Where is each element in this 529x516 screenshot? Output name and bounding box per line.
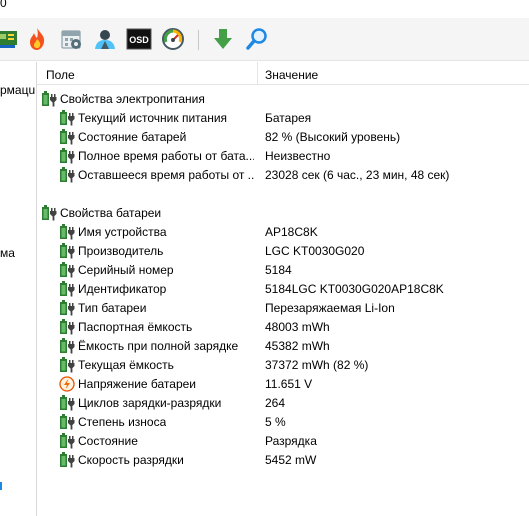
property-row[interactable]: Имя устройства AP18C8K — [37, 223, 529, 242]
property-row[interactable]: Степень износа 5 % — [37, 413, 529, 432]
property-value: 5452 mW — [265, 453, 317, 467]
property-value: 264 — [265, 396, 286, 410]
board-icon[interactable] — [0, 26, 20, 52]
nav-item-1[interactable]: рмацu — [0, 83, 35, 97]
property-row[interactable]: Напряжение батареи 11.651 V — [37, 375, 529, 394]
property-row[interactable]: Циклов зарядки-разрядки 264 — [37, 394, 529, 413]
property-row[interactable]: Идентификатор 5184LGC KT0030G020AP18C8K — [37, 280, 529, 299]
battery-icon — [60, 414, 75, 430]
property-row[interactable]: Паспортная ёмкость 48003 mWh — [37, 318, 529, 337]
group-title: Свойства батареи — [60, 206, 162, 220]
flame-icon[interactable] — [24, 26, 50, 52]
calendar-icon[interactable] — [58, 26, 84, 52]
property-row[interactable]: Полное время работы от бата... Неизвестно — [37, 147, 529, 166]
group-header[interactable]: Свойства электропитания — [37, 90, 529, 109]
property-name: Циклов зарядки-разрядки — [78, 396, 222, 410]
properties-list[interactable]: Поле Значение Свойства электропитания Тек… — [37, 62, 529, 516]
property-name: Состояние батарей — [78, 130, 187, 144]
property-value: 82 % (Высокий уровень) — [265, 130, 401, 144]
property-row[interactable]: Оставшееся время работы от ... 23028 сек … — [37, 166, 529, 185]
battery-icon — [60, 167, 75, 183]
toolbar-separator — [198, 30, 199, 50]
property-name: Паспортная ёмкость — [78, 320, 193, 334]
property-name: Ёмкость при полной зарядке — [78, 339, 239, 353]
magnifier-icon[interactable] — [244, 26, 270, 52]
group-title: Свойства электропитания — [60, 92, 205, 106]
list-header: Поле Значение — [37, 62, 529, 85]
property-value: 5184LGC KT0030G020AP18C8K — [265, 282, 444, 296]
property-value: 11.651 V — [265, 377, 313, 391]
property-row[interactable]: Серийный номер 5184 — [37, 261, 529, 280]
property-name: Состояние — [78, 434, 138, 448]
property-value: Разрядка — [265, 434, 317, 448]
battery-icon — [60, 357, 75, 373]
property-value: Перезаряжаемая Li-Ion — [265, 301, 395, 315]
property-name: Оставшееся время работы от ... — [78, 168, 254, 182]
property-name: Степень износа — [78, 415, 167, 429]
property-value: 48003 mWh — [265, 320, 330, 334]
battery-icon — [60, 319, 75, 335]
property-value: AP18C8K — [265, 225, 318, 239]
property-value: 5 % — [265, 415, 286, 429]
property-name: Напряжение батареи — [78, 377, 197, 391]
battery-icon — [60, 110, 75, 126]
battery-icon — [60, 338, 75, 354]
property-value: 5184 — [265, 263, 292, 277]
property-value: 37372 mWh (82 %) — [265, 358, 369, 372]
nav-scroll-marker — [0, 482, 2, 490]
property-row[interactable]: Производитель LGC KT0030G020 — [37, 242, 529, 261]
battery-icon — [60, 281, 75, 297]
property-name: Идентификатор — [78, 282, 167, 296]
property-name: Текущая ёмкость — [78, 358, 174, 372]
property-value: Неизвестно — [265, 149, 331, 163]
property-name: Скорость разрядки — [78, 453, 184, 467]
battery-icon — [60, 395, 75, 411]
property-name: Текущий источник питания — [78, 111, 228, 125]
toolbar: OSD — [0, 18, 529, 61]
property-name: Тип батареи — [78, 301, 147, 315]
column-header-value[interactable]: Значение — [265, 68, 318, 82]
download-arrow-icon[interactable] — [210, 26, 236, 52]
property-value: 45382 mWh — [265, 339, 330, 353]
property-name: Производитель — [78, 244, 164, 258]
user-icon[interactable] — [92, 26, 118, 52]
gauge-icon[interactable] — [160, 26, 186, 52]
property-row[interactable]: Ёмкость при полной зарядке 45382 mWh — [37, 337, 529, 356]
property-value: 23028 сек (6 час., 23 мин, 48 сек) — [265, 168, 450, 182]
battery-icon — [60, 262, 75, 278]
battery-icon — [60, 129, 75, 145]
column-header-field[interactable]: Поле — [46, 68, 75, 82]
battery-icon — [42, 205, 57, 221]
property-row[interactable]: Тип батареи Перезаряжаемая Li-Ion — [37, 299, 529, 318]
property-row[interactable]: Скорость разрядки 5452 mW — [37, 451, 529, 470]
property-name: Имя устройства — [78, 225, 167, 239]
property-row[interactable]: Текущая ёмкость 37372 mWh (82 %) — [37, 356, 529, 375]
property-name: Серийный номер — [78, 263, 174, 277]
column-divider[interactable] — [257, 62, 258, 84]
battery-icon — [60, 243, 75, 259]
battery-icon — [60, 300, 75, 316]
nav-item-2[interactable]: ма — [0, 246, 15, 260]
property-row[interactable]: Состояние Разрядка — [37, 432, 529, 451]
navigation-pane[interactable]: рмацu ма — [0, 62, 37, 516]
battery-icon — [60, 148, 75, 164]
property-value: LGC KT0030G020 — [265, 244, 365, 258]
property-name: Полное время работы от бата... — [78, 149, 254, 163]
property-row[interactable]: Текущий источник питания Батарея — [37, 109, 529, 128]
group-header[interactable]: Свойства батареи — [37, 204, 529, 223]
property-value: Батарея — [265, 111, 312, 125]
title-bar: 0 — [0, 0, 529, 14]
window-title: 0 — [0, 0, 7, 10]
svg-text:OSD: OSD — [129, 35, 149, 45]
property-row[interactable]: Состояние батарей 82 % (Высокий уровень) — [37, 128, 529, 147]
battery-icon — [42, 91, 57, 107]
voltage-icon — [59, 376, 75, 392]
osd-icon[interactable]: OSD — [126, 26, 152, 52]
battery-icon — [60, 433, 75, 449]
battery-icon — [60, 224, 75, 240]
battery-icon — [60, 452, 75, 468]
